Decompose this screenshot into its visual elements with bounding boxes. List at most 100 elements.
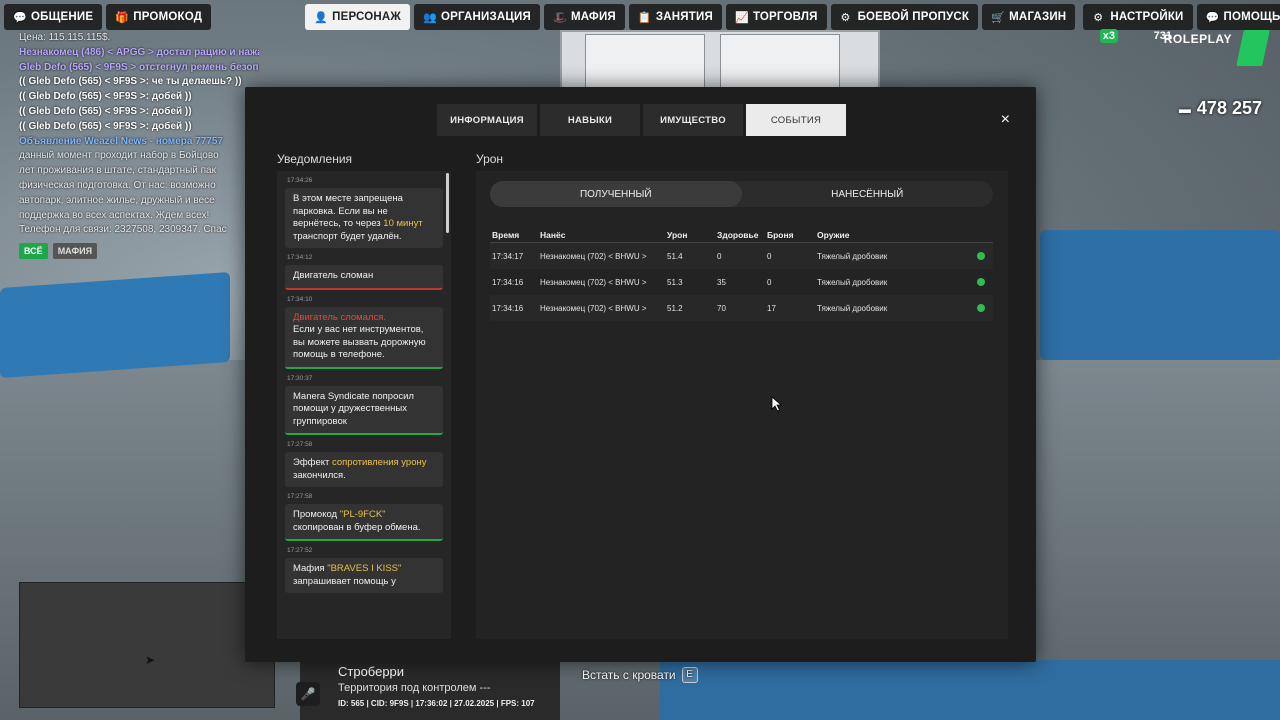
table-cell: 17:34:16 [492, 277, 524, 287]
scene-monitor [720, 34, 840, 88]
notification-time: 17:34:10 [287, 295, 313, 303]
status-indicator [969, 278, 993, 286]
status-dot-icon [977, 252, 985, 260]
scene-monitor [585, 34, 705, 88]
nav-button-label: ОБЩЕНИЕ [31, 11, 94, 23]
table-cell: 35 [717, 277, 726, 287]
interaction-key: E [681, 667, 698, 683]
chat-message: Незнакомец (486) < APGG > достал рацию и… [19, 46, 259, 58]
chat-message: (( Gleb Defo (565) < 9F9S >: че ты делае… [19, 76, 242, 88]
chat-tab[interactable]: ВСЁ [19, 243, 48, 259]
nav-button-center-6[interactable]: 🛒 МАГАЗИН [982, 4, 1076, 30]
notification-card: Manera Syndicate попросил помощи у друже… [285, 385, 443, 435]
nav-button-label: ПОМОЩЬ [1223, 11, 1280, 23]
table-cell: Незнакомец (702) < BHWU > [540, 251, 647, 261]
column-header: Оружие [817, 229, 850, 240]
nav-button-label: ТОРГОВЛЯ [752, 11, 818, 23]
notification-text: 10 минут [383, 218, 423, 229]
table-row: 17:34:16 Незнакомец (702) < BHWU > 51.3 35 0… [490, 269, 993, 295]
tab-имущество[interactable]: ИМУЩЕСТВО [643, 104, 743, 136]
notification-item: 17:34:10 Двигатель сломался. Если у вас не… [277, 290, 451, 369]
microphone-icon[interactable]: 🎤 [296, 682, 320, 706]
notification-card: В этом месте запрещена парковка. Если вы… [285, 188, 443, 248]
chat-message: (( Gleb Defo (565) < 9F9S >: добей )) [19, 105, 192, 117]
table-cell: 17:34:17 [492, 251, 524, 261]
chat-message: (( Gleb Defo (565) < 9F9S >: добей )) [19, 91, 192, 103]
notification-card: Двигатель сломан [285, 265, 443, 290]
multiplier-badge: x3 [1099, 29, 1118, 43]
nav-button-center-0[interactable]: 👤 ПЕРСОНАЖ [305, 4, 410, 30]
column-header: Время [492, 229, 520, 240]
toggle-полученный[interactable]: ПОЛУЧЕННЫЙ [490, 181, 742, 207]
table-cell: 51.4 [667, 251, 683, 261]
status-bar: ID: 565 | CID: 9F9S | 17:36:02 | 27.02.2… [338, 699, 535, 708]
table-cell: 17 [767, 303, 776, 313]
chat-message: Gleb Defo (565) < 9F9S > отстегнул ремен… [19, 61, 259, 73]
notification-item: 17:27:58 Промокод "PL-9FCK" скопирован в … [277, 487, 451, 541]
notifications-scrollbar[interactable] [446, 173, 449, 233]
nav-button-label: ОРГАНИЗАЦИЯ [441, 11, 531, 23]
table-cell: 70 [717, 303, 726, 313]
mouse-cursor-icon [771, 396, 783, 412]
table-cell: 51.3 [667, 277, 683, 287]
column-header: Здоровье [717, 229, 759, 240]
tab-информация[interactable]: ИНФОРМАЦИЯ [437, 104, 537, 136]
chat-tab[interactable]: МАФИЯ [52, 243, 98, 259]
damage-table: Время Нанёс Урон Здоровье Броня Оружие 17:34:… [490, 227, 993, 321]
nav-button-left-0[interactable]: 💬 ОБЩЕНИЕ [4, 4, 103, 30]
chat-icon: 💬 [13, 11, 27, 24]
notification-text: транспорт будет удалён. [293, 230, 402, 242]
nav-button-center-5[interactable]: ⚙ БОЕВОЙ ПРОПУСК [830, 4, 979, 30]
notification-text: Промокод [293, 509, 340, 520]
scene-bed [660, 660, 1280, 720]
notification-text: "BRAVES I KISS" [327, 563, 402, 574]
table-cell: 0 [717, 251, 722, 261]
notification-text: Мафия [293, 563, 328, 574]
nav-button-left-1[interactable]: 🎁 ПРОМОКОД [106, 4, 212, 30]
scene-bed [0, 271, 230, 379]
chat-log: Цена: 115.115.115$. Незнакомец (486) < AP… [19, 31, 259, 238]
chat-message: Объявление Weazel News - номера 77757 [19, 135, 224, 147]
bottom-hud: 🎤 Строберри Территория под контролем ---… [296, 660, 576, 720]
table-row: 17:34:17 Незнакомец (702) < BHWU > 51.4 0 0 Т… [490, 243, 993, 269]
nav-button-center-3[interactable]: 📋 ЗАНЯТИЯ [628, 4, 722, 30]
table-cell: Незнакомец (702) < BHWU > [540, 277, 647, 287]
table-cell: 0 [767, 277, 772, 287]
damage-title: Урон [476, 152, 504, 166]
notification-time: 17:27:58 [287, 441, 313, 448]
people-icon: 👥 [423, 11, 437, 24]
mafia-icon: 🎩 [552, 11, 567, 24]
modal-tabs: ИНФОРМАЦИЯ НАВЫКИ ИМУЩЕСТВО СОБЫТИЯ [437, 104, 846, 136]
chart-icon: 📈 [734, 11, 749, 24]
notification-card: Двигатель сломался. Если у вас нет инстру… [285, 306, 443, 369]
character-modal: ИНФОРМАЦИЯ НАВЫКИ ИМУЩЕСТВО СОБЫТИЯ × Уведо… [245, 87, 1036, 662]
nav-button-center-2[interactable]: 🎩 МАФИЯ [543, 4, 625, 30]
notification-text: скопирован в буфер обмена. [293, 521, 421, 533]
notification-time: 17:27:52 [287, 547, 313, 554]
column-header: Урон [667, 229, 688, 240]
nav-button-center-4[interactable]: 📈 ТОРГОВЛЯ [725, 4, 827, 30]
person-icon: 👤 [314, 11, 329, 24]
table-cell: Тяжелый дробовик [817, 277, 888, 287]
chat-message: данный момент проходит набор в Бойцово [19, 150, 219, 162]
server-logo-text: ROLEPLAY [1163, 32, 1232, 46]
nav-button-right-0[interactable]: ⚙ НАСТРОЙКИ [1083, 4, 1193, 30]
tab-навыки[interactable]: НАВЫКИ [540, 104, 640, 136]
tab-события[interactable]: СОБЫТИЯ [746, 104, 846, 136]
tasks-icon: 📋 [637, 11, 652, 24]
damage-table-body: 17:34:17 Незнакомец (702) < BHWU > 51.4 0 0 Т… [490, 243, 993, 321]
nav-button-label: ПРОМОКОД [133, 11, 203, 23]
multiplier-label: x3 [1099, 29, 1118, 43]
toggle-нанесённый[interactable]: НАНЕСЁННЫЙ [742, 181, 994, 207]
notifications-list[interactable]: 17:34:26 В этом месте запрещена парковка.… [277, 171, 451, 639]
nav-button-center-1[interactable]: 👥 ОРГАНИЗАЦИЯ [414, 4, 540, 30]
notification-time: 17:30:37 [287, 374, 313, 382]
chat-message: (( Gleb Defo (565) < 9F9S >: добей )) [19, 120, 192, 132]
interaction-label: Встать с кровати [582, 668, 676, 682]
nav-button-right-1[interactable]: 💬 ПОМОЩЬ [1196, 4, 1280, 30]
notification-text: запрашивает помощь у [293, 575, 396, 587]
close-icon[interactable]: × [1001, 111, 1010, 129]
notification-item: 17:34:26 В этом месте запрещена парковка.… [277, 171, 451, 248]
chat-message: физическая подготовка. От нас: возможно [19, 179, 216, 191]
player-arrow-icon: ➤ [145, 653, 156, 667]
